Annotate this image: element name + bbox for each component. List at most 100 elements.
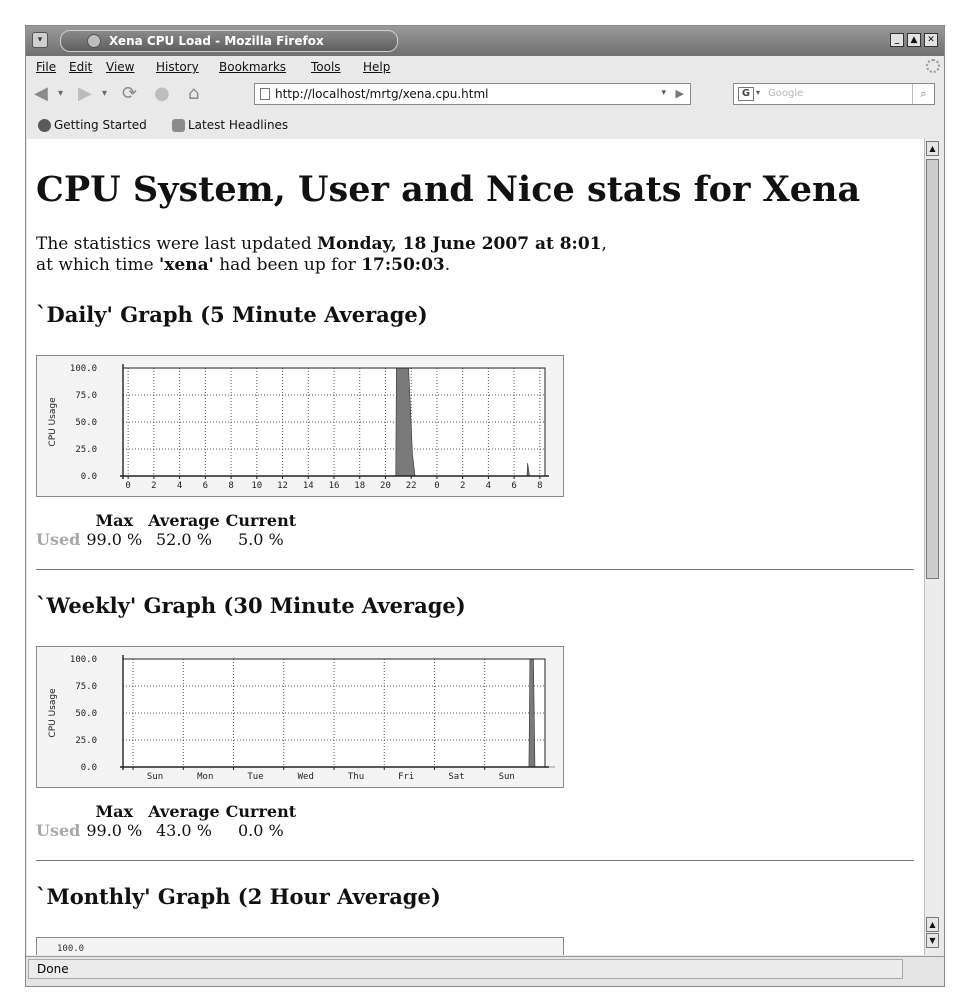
y-axis-label: CPU Usage [48,397,58,447]
x-tick-label: Sun [147,772,163,782]
x-tick-label: 0 [125,481,130,491]
x-tick-label: 20 [380,481,391,491]
x-tick-label: 8 [537,481,542,491]
y-tick-label: 25.0 [75,736,97,746]
daily-stats-table: Max Average Current Used 99.0 % 52.0 % 5… [36,511,299,549]
y-tick-label: 0.0 [81,763,97,773]
stats-header-row: Max Average Current [36,511,299,530]
address-bar[interactable]: http://localhost/mrtg/xena.cpu.html ▾ ▶ [254,83,691,105]
url-text: http://localhost/mrtg/xena.cpu.html [275,87,489,101]
menu-file[interactable]: File [36,60,56,74]
x-tick-label: 14 [303,481,314,491]
page-viewport[interactable]: CPU System, User and Nice stats for Xena… [27,139,925,955]
x-tick-label: 8 [228,481,233,491]
x-tick-label: 6 [203,481,208,491]
home-icon[interactable]: ⌂ [188,84,199,104]
scroll-up-icon[interactable]: ▲ [926,917,939,932]
vertical-scrollbar[interactable]: ▲ ▲ ▼ [924,139,940,955]
stats-header-max: Max [95,511,134,530]
search-engine-dropdown-icon[interactable]: ▾ [756,88,760,97]
stats-average-value: 43.0 % [155,821,212,840]
title-tab: Xena CPU Load - Mozilla Firefox [60,30,398,52]
status-up-for: had been up for [213,255,362,275]
go-icon[interactable]: ▶ [676,87,684,100]
y-tick-label: 100.0 [70,364,97,374]
menu-tools[interactable]: Tools [311,60,341,74]
status-text: Done [28,959,903,979]
stats-header-current: Current [225,802,297,821]
scroll-down-icon[interactable]: ▼ [926,933,939,948]
menu-history[interactable]: History [156,60,199,74]
updated-date: Monday, 18 June 2007 at 8:01 [317,234,602,254]
menu-help[interactable]: Help [363,60,390,74]
x-tick-label: 12 [277,481,288,491]
scrollbar-thumb[interactable] [926,159,939,579]
menu-view[interactable]: View [106,60,134,74]
bookmarks-toolbar: Getting Started Latest Headlines [26,112,944,138]
weekly-graph: 0.0 25.0 50.0 75.0 100.0 Sun Mon Tue Wed Thu Fri Sa… [36,646,564,788]
menu-bookmarks[interactable]: Bookmarks [219,60,286,74]
stats-current-value: 0.0 % [238,821,284,840]
bookmark-label: Latest Headlines [188,118,289,132]
window-controls: _ ▲ ✕ [890,33,938,47]
stats-max-value: 99.0 % [86,821,143,840]
page-title: CPU System, User and Nice stats for Xena [36,169,861,210]
forward-icon[interactable]: ▶ [78,84,92,104]
section-divider [36,860,914,861]
search-bar[interactable]: G ▾ Google ⌕ [733,83,935,105]
browser-window: ▾ Xena CPU Load - Mozilla Firefox _ ▲ ✕ … [25,25,945,987]
firefox-icon [87,34,101,48]
stats-used-label: Used [36,530,81,549]
close-button[interactable]: ✕ [924,33,938,47]
getting-started-icon [38,118,51,132]
page-icon [260,88,270,100]
weekly-cpu-chart: 0.0 25.0 50.0 75.0 100.0 Sun Mon Tue Wed Thu Fri Sa… [48,655,556,782]
y-tick-label: 50.0 [75,418,97,428]
back-icon[interactable]: ◀ [34,84,48,104]
x-tick-label: 2 [151,481,156,491]
x-tick-label: 6 [511,481,516,491]
weekly-stats-table: Max Average Current Used 99.0 % 43.0 % 0… [36,802,299,840]
x-tick-label: 16 [329,481,340,491]
x-tick-label: 10 [251,481,262,491]
x-tick-label: Sat [448,772,464,782]
back-history-dropdown-icon[interactable]: ▾ [58,88,63,99]
uptime-value: 17:50:03 [361,255,445,275]
title-bar: ▾ Xena CPU Load - Mozilla Firefox _ ▲ ✕ [26,26,944,56]
scroll-up-icon[interactable]: ▲ [926,141,939,156]
stop-icon[interactable]: ● [154,84,170,104]
stats-used-label: Used [36,821,81,840]
x-tick-label: 18 [354,481,365,491]
stats-average-value: 52.0 % [155,530,212,549]
stats-header-average: Average [148,802,220,821]
x-tick-label: 22 [406,481,417,491]
status-comma: , [601,234,607,254]
maximize-button[interactable]: ▲ [907,33,921,47]
search-icon[interactable]: ⌕ [912,84,934,104]
monthly-graph-title: `Monthly' Graph (2 Hour Average) [36,884,441,909]
host-name: 'xena' [159,255,214,275]
monthly-graph: 100.0 [36,937,564,955]
window-title: Xena CPU Load - Mozilla Firefox [109,34,324,48]
url-dropdown-icon[interactable]: ▾ [661,88,666,98]
y-tick-label: 75.0 [75,391,97,401]
bookmark-getting-started[interactable]: Getting Started [38,118,147,132]
bookmark-latest-headlines[interactable]: Latest Headlines [172,118,288,132]
search-input[interactable]: Google [768,88,803,99]
reload-icon[interactable]: ⟳ [122,84,137,104]
rss-feed-icon [172,118,185,132]
search-engine-icon[interactable]: G [738,87,754,101]
stats-max-value: 99.0 % [86,530,143,549]
y-tick-label: 50.0 [75,709,97,719]
section-divider [36,569,914,570]
throbber-icon [926,59,940,73]
window-menu-button[interactable]: ▾ [32,32,48,48]
menu-edit[interactable]: Edit [69,60,92,74]
minimize-button[interactable]: _ [890,33,904,47]
x-tick-label: 2 [460,481,465,491]
bookmark-label: Getting Started [54,118,147,132]
stats-row: Used 99.0 % 43.0 % 0.0 % [36,821,299,840]
x-tick-label: 4 [177,481,182,491]
status-at-which: at which time [36,255,160,275]
forward-history-dropdown-icon[interactable]: ▾ [102,88,107,99]
